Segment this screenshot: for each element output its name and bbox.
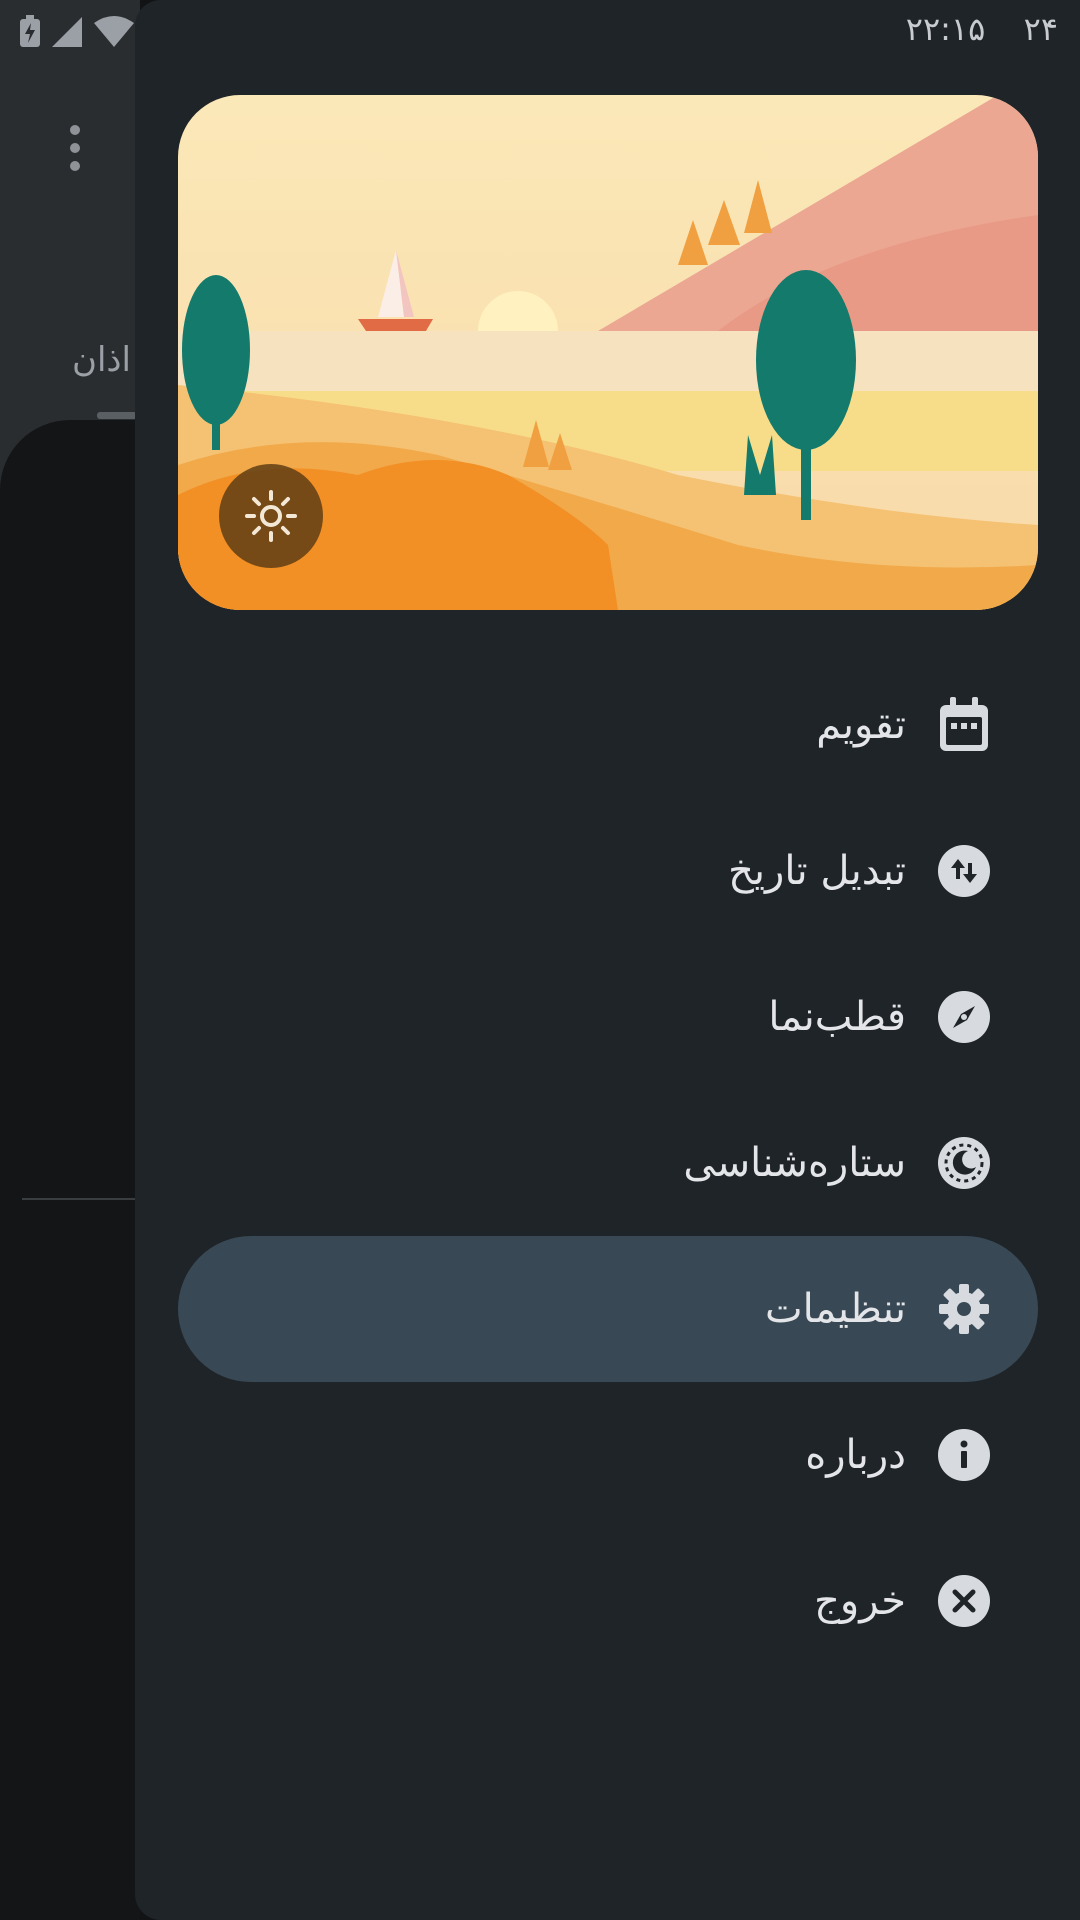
menu-item-astronomy[interactable]: ستاره‌شناسی xyxy=(178,1090,1038,1236)
status-extra: ۲۴ xyxy=(1023,10,1058,48)
menu-item-label: تنظیمات xyxy=(764,1286,906,1332)
astronomy-icon xyxy=(938,1137,990,1189)
menu-item-settings[interactable]: تنظیمات xyxy=(178,1236,1038,1382)
menu-item-compass[interactable]: قطب‌نما xyxy=(178,944,1038,1090)
menu-item-label: خروج xyxy=(814,1578,906,1624)
menu-item-date-converter[interactable]: تبدیل تاریخ xyxy=(178,798,1038,944)
swap-vertical-icon xyxy=(938,845,990,897)
drawer-menu: تقویم تبدیل تاریخ قطب‌نما xyxy=(178,652,1038,1674)
tab-indicator xyxy=(97,412,137,419)
close-icon xyxy=(938,1575,990,1627)
more-options-icon[interactable] xyxy=(66,125,84,171)
gear-icon xyxy=(938,1283,990,1335)
compass-icon xyxy=(938,991,990,1043)
status-icons xyxy=(18,12,136,52)
menu-item-label: تبدیل تاریخ xyxy=(728,848,906,894)
menu-item-about[interactable]: درباره xyxy=(178,1382,1038,1528)
background-app: اذان xyxy=(0,0,140,1920)
divider xyxy=(22,1198,140,1200)
calendar-icon xyxy=(938,697,990,751)
menu-item-label: قطب‌نما xyxy=(768,994,906,1040)
tab-azan[interactable]: اذان xyxy=(72,340,131,380)
menu-item-label: تقویم xyxy=(816,702,906,748)
wifi-icon xyxy=(94,16,134,47)
menu-item-label: ستاره‌شناسی xyxy=(683,1140,906,1186)
status-time: ۲۴ ۲۲:۱۵ xyxy=(906,10,1058,48)
battery-charging-icon xyxy=(20,15,40,47)
sun-icon xyxy=(245,490,297,542)
menu-item-calendar[interactable]: تقویم xyxy=(178,652,1038,798)
info-icon xyxy=(938,1429,990,1481)
menu-item-exit[interactable]: خروج xyxy=(178,1528,1038,1674)
cellular-signal-icon xyxy=(52,17,82,47)
menu-item-label: درباره xyxy=(805,1432,906,1478)
theme-toggle-button[interactable] xyxy=(219,464,323,568)
clock: ۲۲:۱۵ xyxy=(905,10,986,48)
background-content-panel xyxy=(0,420,140,1920)
